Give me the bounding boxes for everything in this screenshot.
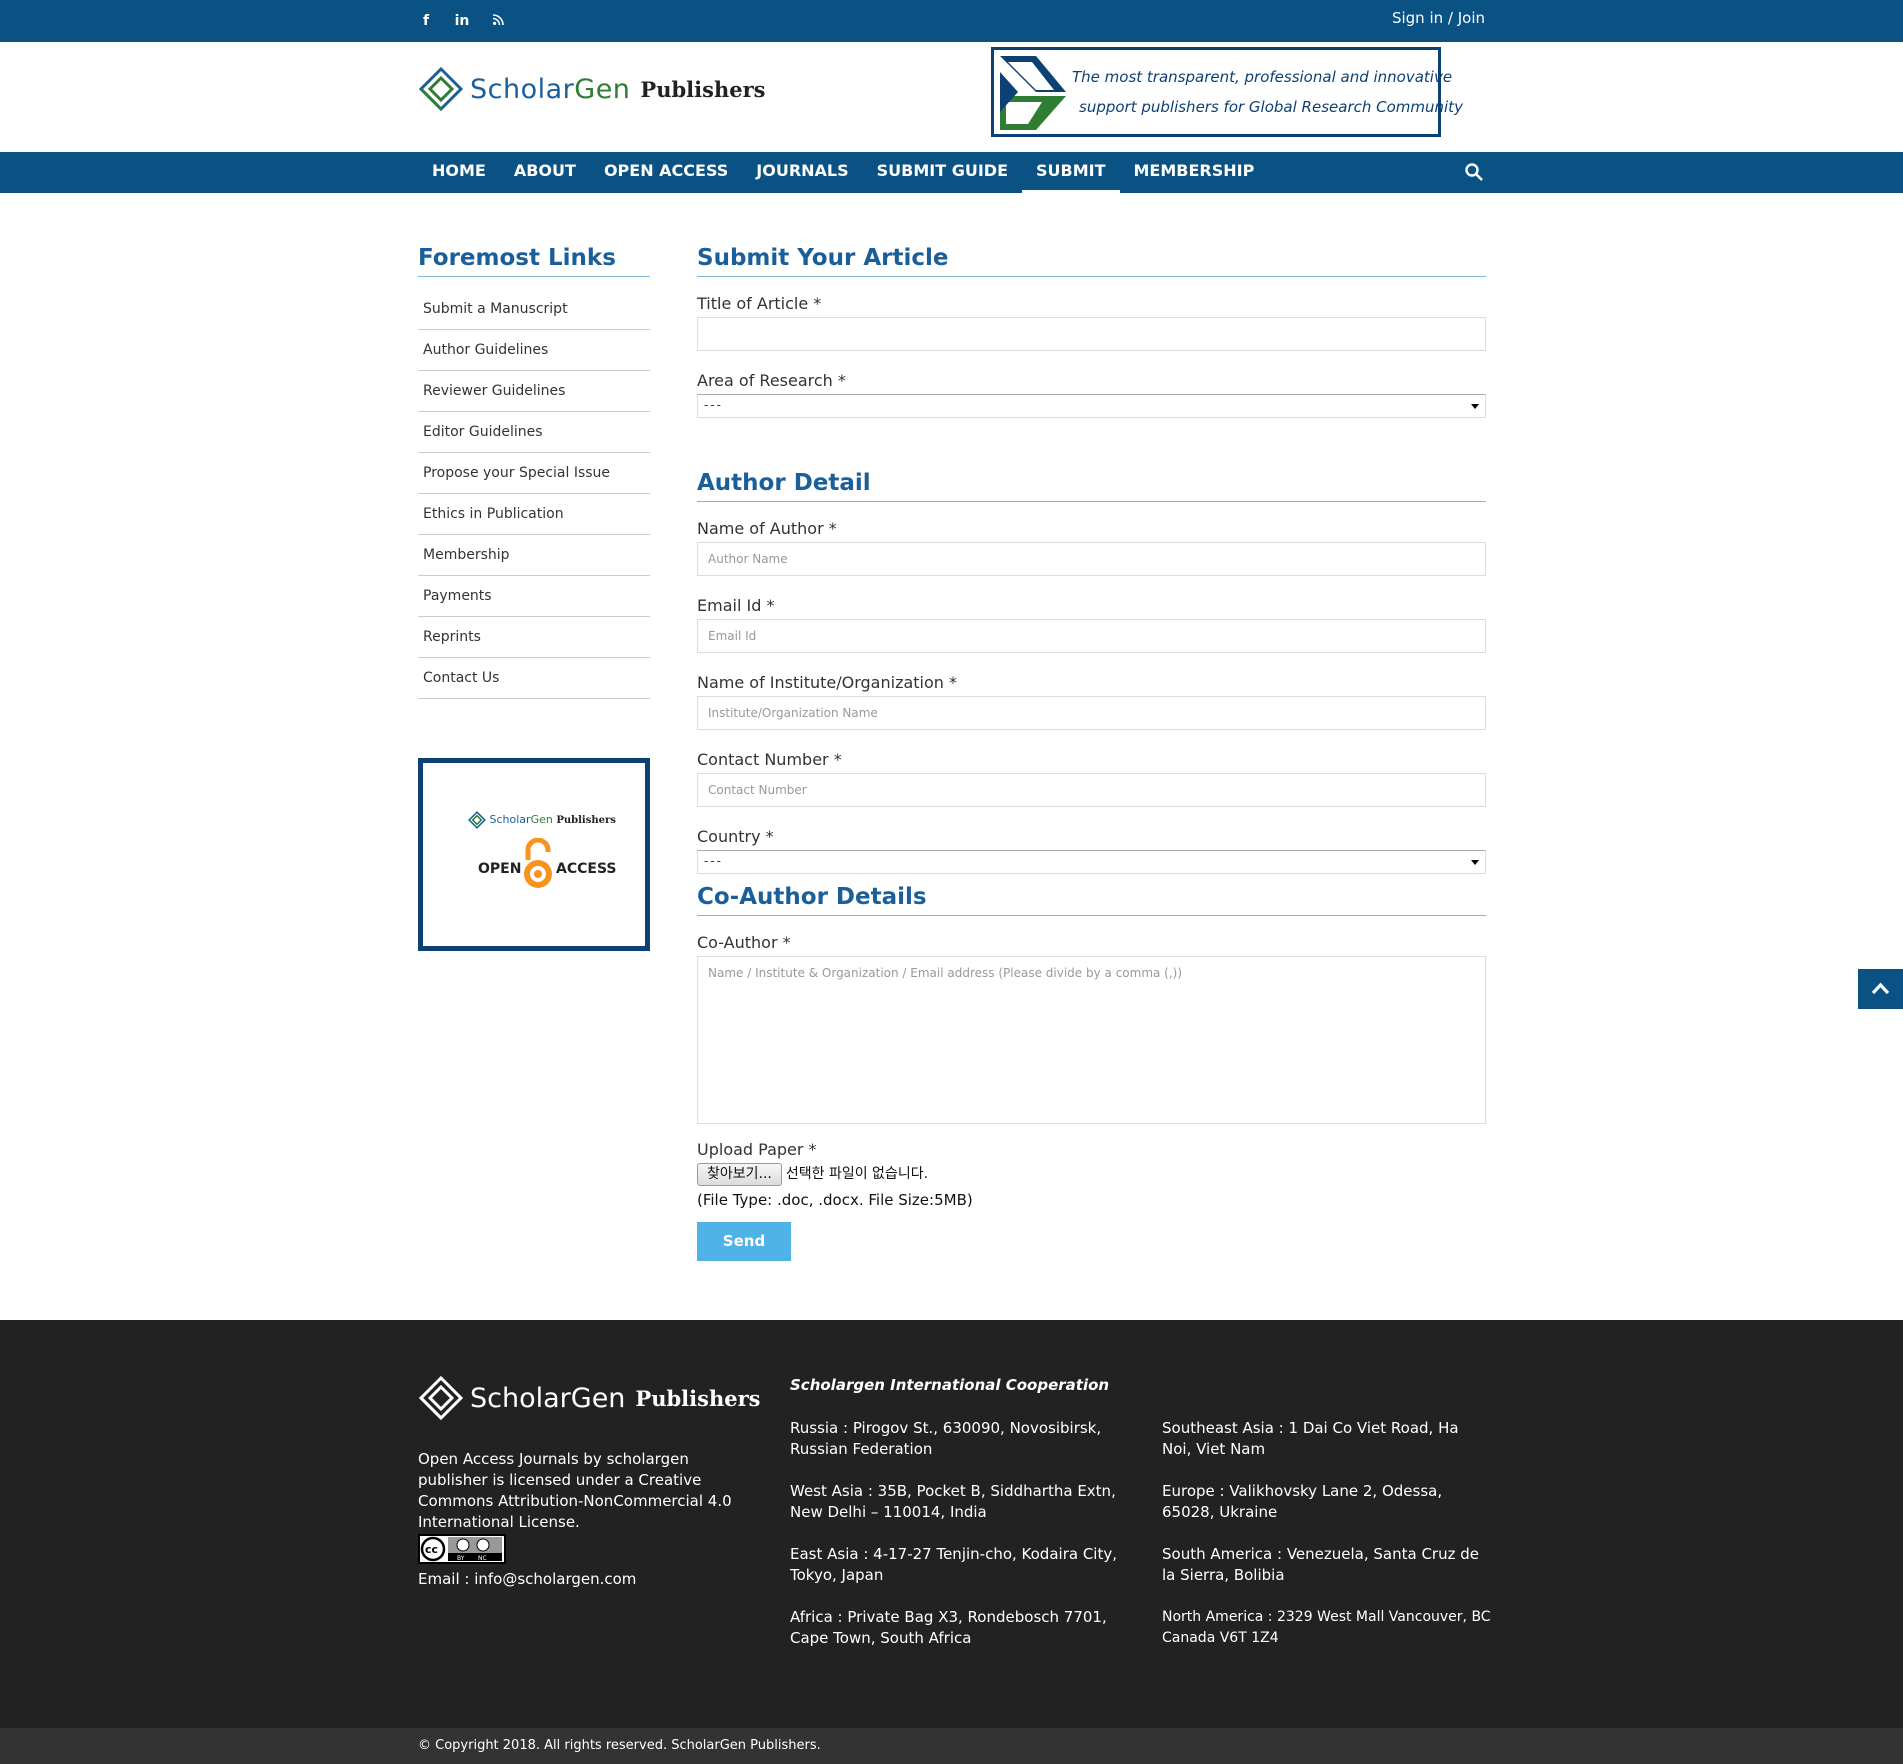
linkedin-icon[interactable]: in [454, 13, 470, 29]
submit-form: Submit Your Article Title of Article * A… [697, 245, 1486, 1261]
file-status: 선택한 파일이 없습니다. [785, 1166, 929, 1182]
oa-badge-logo: ScholarGen Publishers [468, 811, 616, 829]
upload-label: Upload Paper * [697, 1140, 817, 1159]
address-west-asia: West Asia : 35B, Pocket B, Siddhartha Ex… [790, 1482, 1116, 1521]
page: f in Sign in / Join ScholarGen Publisher… [0, 0, 1903, 1764]
nav-open-access[interactable]: OPEN ACCESS [590, 152, 742, 193]
sidebar-title: Foremost Links [418, 245, 650, 277]
svg-text:cc: cc [425, 1543, 438, 1556]
area-label: Area of Research * [697, 371, 846, 390]
logo-wordmark: ScholarGen [470, 73, 631, 105]
nav-submit[interactable]: SUBMIT [1022, 152, 1120, 193]
signin-join-link[interactable]: Sign in / Join [1392, 9, 1485, 27]
send-button[interactable]: Send [697, 1222, 791, 1261]
facebook-icon[interactable]: f [418, 13, 434, 29]
browse-file-button[interactable]: 찾아보기... [697, 1163, 782, 1186]
footer-email[interactable]: Email : info@scholargen.com [418, 1570, 636, 1588]
back-to-top-button[interactable] [1858, 969, 1903, 1009]
address-north-america: North America : 2329 West Mall Vancouver… [1162, 1609, 1491, 1646]
area-select-value: --- [704, 398, 723, 412]
institute-input[interactable]: Institute/Organization Name [697, 696, 1486, 730]
sidebar-link-editor-guidelines[interactable]: Editor Guidelines [418, 412, 650, 453]
footer-license-text: Open Access Journals by scholargen publi… [418, 1450, 732, 1531]
nav-about[interactable]: ABOUT [500, 152, 590, 193]
address-africa: Africa : Private Bag X3, Rondebosch 7701… [790, 1608, 1107, 1647]
sidebar-link-reviewer-guidelines[interactable]: Reviewer Guidelines [418, 371, 650, 412]
sidebar: Foremost Links Submit a Manuscript Autho… [418, 245, 650, 699]
copyright-text: © Copyright 2018. All rights reserved. S… [418, 1738, 821, 1753]
address-southeast-asia: Southeast Asia : 1 Dai Co Viet Road, Ha … [1162, 1419, 1459, 1458]
banner-chevron-icon [1000, 56, 1066, 130]
country-label: Country * [697, 827, 774, 846]
header-banner: The most transparent, professional and i… [991, 47, 1463, 137]
sidebar-links: Submit a Manuscript Author Guidelines Re… [418, 289, 650, 699]
chevron-down-icon [1471, 860, 1479, 865]
email-label: Email Id * [697, 596, 775, 615]
footer-logo-publishers: Publishers [635, 1385, 761, 1411]
logo-publishers: Publishers [640, 76, 766, 102]
contact-input[interactable]: Contact Number [697, 773, 1486, 807]
country-select-value: --- [704, 854, 723, 868]
creative-commons-badge[interactable]: cc BY NC [418, 1534, 506, 1564]
cc-by-nc-icon: cc BY NC [420, 1536, 502, 1562]
footer-logo-wordmark: ScholarGen [470, 1382, 626, 1414]
file-type-note: (File Type: .doc, .docx. File Size:5MB) [697, 1191, 973, 1209]
copyright-bar: © Copyright 2018. All rights reserved. S… [0, 1728, 1903, 1764]
nav-membership[interactable]: MEMBERSHIP [1120, 152, 1269, 193]
address-russia: Russia : Pirogov St., 630090, Novosibirs… [790, 1419, 1102, 1458]
rss-icon[interactable] [490, 13, 506, 29]
sidebar-link-author-guidelines[interactable]: Author Guidelines [418, 330, 650, 371]
title-label: Title of Article * [697, 294, 822, 313]
open-access-lock-icon [524, 838, 552, 888]
title-input[interactable] [697, 317, 1486, 351]
chevron-up-icon [1871, 982, 1890, 995]
nav-submit-guide[interactable]: SUBMIT GUIDE [863, 152, 1022, 193]
coauthor-label: Co-Author * [697, 933, 791, 952]
oa-open-text: OPEN [478, 861, 522, 877]
footer-logo-mark-icon [418, 1375, 464, 1421]
banner-tagline-line2: support publishers for Global Research C… [1079, 98, 1463, 116]
cc-by-label: BY [457, 1555, 465, 1562]
footer-coop-title: Scholargen International Cooperation [790, 1376, 1110, 1394]
email-input[interactable]: Email Id [697, 619, 1486, 653]
cc-nc-label: NC [478, 1555, 487, 1562]
footer-logo[interactable]: ScholarGen Publishers [418, 1375, 760, 1421]
coauthor-heading: Co-Author Details [697, 884, 1486, 916]
address-east-asia: East Asia : 4-17-27 Tenjin-cho, Kodaira … [790, 1545, 1117, 1584]
top-bar: f in Sign in / Join [0, 0, 1903, 42]
search-icon[interactable] [1463, 161, 1485, 183]
sidebar-link-submit-manuscript[interactable]: Submit a Manuscript [418, 289, 650, 330]
institute-label: Name of Institute/Organization * [697, 673, 958, 692]
logo-mark-icon [418, 66, 464, 112]
file-picker: 찾아보기... 선택한 파일이 없습니다. [697, 1163, 1486, 1186]
coauthor-textarea[interactable]: Name / Institute & Organization / Email … [697, 956, 1486, 1124]
sidebar-link-membership[interactable]: Membership [418, 535, 650, 576]
sidebar-link-payments[interactable]: Payments [418, 576, 650, 617]
nav-home[interactable]: HOME [418, 152, 500, 193]
country-select[interactable]: --- [697, 850, 1486, 874]
banner-tagline-line1: The most transparent, professional and i… [1072, 68, 1453, 86]
sidebar-link-ethics[interactable]: Ethics in Publication [418, 494, 650, 535]
sidebar-link-contact[interactable]: Contact Us [418, 658, 650, 699]
area-select[interactable]: --- [697, 394, 1486, 418]
submit-article-heading: Submit Your Article [697, 245, 1486, 277]
author-name-input[interactable]: Author Name [697, 542, 1486, 576]
author-detail-heading: Author Detail [697, 470, 1486, 502]
address-europe: Europe : Valikhovsky Lane 2, Odessa, 650… [1162, 1482, 1443, 1521]
nav-journals[interactable]: JOURNALS [742, 152, 862, 193]
sidebar-link-special-issue[interactable]: Propose your Special Issue [418, 453, 650, 494]
oa-access-text: ACCESS [556, 861, 617, 877]
contact-label: Contact Number * [697, 750, 842, 769]
chevron-down-icon [1471, 404, 1479, 409]
main-nav: HOME ABOUT OPEN ACCESS JOURNALS SUBMIT G… [0, 152, 1903, 193]
sidebar-link-reprints[interactable]: Reprints [418, 617, 650, 658]
address-south-america: South America : Venezuela, Santa Cruz de… [1162, 1545, 1479, 1584]
open-access-badge[interactable]: ScholarGen Publishers OPEN ACCESS [418, 758, 650, 951]
author-name-label: Name of Author * [697, 519, 837, 538]
site-logo[interactable]: ScholarGen Publishers [418, 66, 765, 112]
social-links: f in [418, 0, 506, 42]
